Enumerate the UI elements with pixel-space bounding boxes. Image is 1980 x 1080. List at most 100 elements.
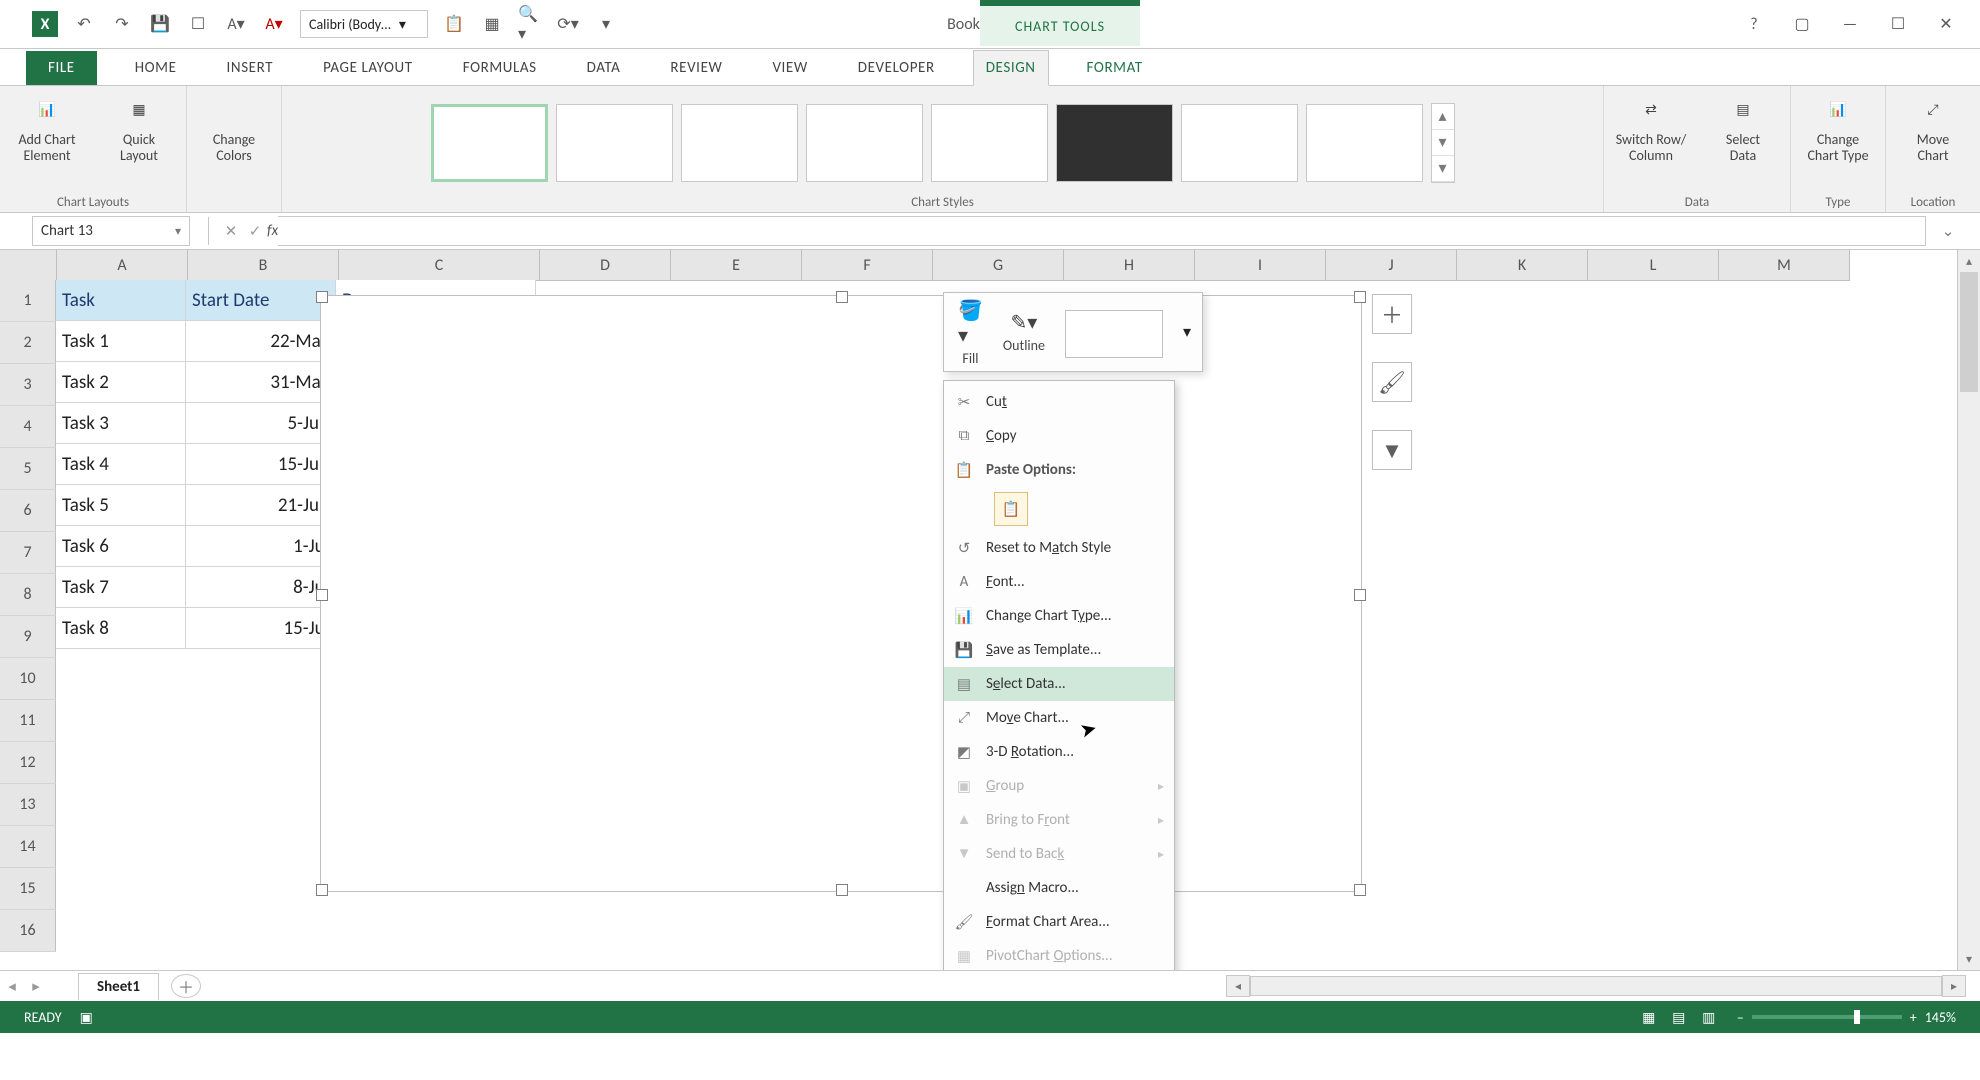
scroll-down-button[interactable]: ▾ [1958,948,1980,970]
vertical-scrollbar[interactable]: ▴ ▾ [1957,250,1980,970]
chart-style-2[interactable] [556,104,673,182]
row-header-4[interactable]: 4 [0,406,56,448]
row-header-8[interactable]: 8 [0,574,56,616]
tab-review[interactable]: REVIEW [658,51,734,85]
page-break-view-button[interactable]: ▥ [1699,1009,1719,1026]
resize-handle-n[interactable] [836,291,848,303]
chart-elements-button[interactable]: ＋ [1372,294,1412,334]
zoom-button[interactable]: 🔍▾ [518,12,542,36]
save-button[interactable]: 💾 [148,12,172,36]
resize-handle-e[interactable] [1354,589,1366,601]
hscroll-left-button[interactable]: ◂ [1226,975,1250,997]
formula-input[interactable] [278,216,1926,246]
mini-fill-button[interactable]: 🪣▾ Fill [958,298,983,367]
add-chart-element-button[interactable]: 📊 Add Chart Element [8,92,86,164]
cell-B1[interactable]: Start Date [186,280,336,321]
ctx-change-chart-type[interactable]: 📊Change Chart Type... [944,599,1174,633]
chart-style-5[interactable] [931,104,1048,182]
customize-qat-button[interactable]: ▾ [594,12,618,36]
ctx-font[interactable]: AFont... [944,565,1174,599]
ctx-reset-match-style[interactable]: ↺Reset to Match Style [944,531,1174,565]
sheet-nav-prev[interactable]: ◂ [0,977,24,996]
col-header-I[interactable]: I [1195,250,1326,280]
table-button[interactable]: ▦ [480,12,504,36]
chart-filters-button[interactable]: ▼ [1372,430,1412,470]
cancel-formula-button[interactable]: ✕ [219,222,243,241]
sheet-tab-sheet1[interactable]: Sheet1 [78,973,159,1000]
resize-handle-se[interactable] [1354,884,1366,896]
chart-styles-scroll[interactable]: ▴ ▾ ▾ [1431,103,1455,183]
col-header-K[interactable]: K [1457,250,1588,280]
col-header-H[interactable]: H [1064,250,1195,280]
name-box[interactable]: Chart 13 ▾ [32,216,190,246]
help-button[interactable]: ? [1744,15,1764,34]
chart-style-7[interactable] [1181,104,1298,182]
row-header-9[interactable]: 9 [0,616,56,658]
ctx-assign-macro[interactable]: Assign Macro... [944,871,1174,905]
col-header-B[interactable]: B [188,250,339,280]
ctx-copy[interactable]: ⧉Copy [944,419,1174,453]
row-header-16[interactable]: 16 [0,910,56,952]
col-header-F[interactable]: F [802,250,933,280]
cell-A9[interactable]: Task 8 [56,608,186,649]
page-layout-view-button[interactable]: ▤ [1669,1009,1689,1026]
tab-insert[interactable]: INSERT [215,51,286,85]
cell-B5[interactable]: 15-Jun [186,444,336,485]
select-all-corner[interactable] [0,250,57,280]
print-preview-button[interactable]: ☐ [186,12,210,36]
tab-home[interactable]: HOME [123,51,189,85]
row-header-15[interactable]: 15 [0,868,56,910]
cell-B4[interactable]: 5-Jun [186,403,336,444]
resize-handle-nw[interactable] [316,291,328,303]
mini-style-gallery[interactable] [1065,306,1163,358]
row-header-13[interactable]: 13 [0,784,56,826]
row-header-12[interactable]: 12 [0,742,56,784]
font-size-button[interactable]: A▾ [224,12,248,36]
macro-record-icon[interactable]: ▣ [80,1009,93,1026]
scroll-more-icon[interactable]: ▾ [1432,156,1454,182]
cell-B7[interactable]: 1-Jul [186,526,336,567]
chart-style-4[interactable] [806,104,923,182]
cell-A7[interactable]: Task 6 [56,526,186,567]
chart-style-3[interactable] [681,104,798,182]
chart-object[interactable] [320,295,1362,892]
font-family-selector[interactable]: Calibri (Body… ▾ [300,10,428,38]
zoom-slider[interactable] [1752,1015,1902,1019]
scroll-up-button[interactable]: ▴ [1958,250,1980,272]
mini-style-more-icon[interactable]: ▾ [1183,322,1191,342]
cell-B6[interactable]: 21-Jun [186,485,336,526]
resize-handle-s[interactable] [836,884,848,896]
row-header-6[interactable]: 6 [0,490,56,532]
expand-formula-bar-button[interactable]: ⌄ [1936,222,1960,241]
font-color-button[interactable]: A▾ [262,12,286,36]
tab-formulas[interactable]: FORMULAS [451,51,549,85]
resize-handle-ne[interactable] [1354,291,1366,303]
row-header-1[interactable]: 1 [0,280,56,322]
row-header-5[interactable]: 5 [0,448,56,490]
ctx-select-data[interactable]: ▤Select Data... [944,667,1174,701]
cell-A6[interactable]: Task 5 [56,485,186,526]
tab-file[interactable]: FILE [26,51,97,85]
zoom-out-button[interactable]: – [1737,1009,1744,1026]
cell-A2[interactable]: Task 1 [56,321,186,362]
ctx-save-as-template[interactable]: 💾Save as Template... [944,633,1174,667]
scroll-thumb[interactable] [1960,272,1978,392]
ribbon-display-options-button[interactable]: ▢ [1792,14,1812,34]
tab-developer[interactable]: DEVELOPER [846,51,947,85]
chart-style-1[interactable] [431,104,548,182]
enter-formula-button[interactable]: ✓ [243,222,267,241]
col-header-C[interactable]: C [339,250,540,280]
tab-format[interactable]: FORMAT [1075,51,1155,85]
tab-design[interactable]: DESIGN [973,50,1049,86]
col-header-D[interactable]: D [540,250,671,280]
col-header-G[interactable]: G [933,250,1064,280]
ctx-3d-rotation[interactable]: ◩3-D Rotation... [944,735,1174,769]
fx-label[interactable]: fx [267,222,278,240]
hscroll-track[interactable] [1250,976,1942,996]
resize-handle-w[interactable] [316,589,328,601]
horizontal-scrollbar[interactable]: ◂ ▸ [1226,975,1966,997]
cell-B2[interactable]: 22-May [186,321,336,362]
paste-option-button[interactable]: 📋 [994,492,1028,526]
mini-outline-button[interactable]: ✎▾ Outline [1003,310,1045,354]
tab-data[interactable]: DATA [575,51,633,85]
